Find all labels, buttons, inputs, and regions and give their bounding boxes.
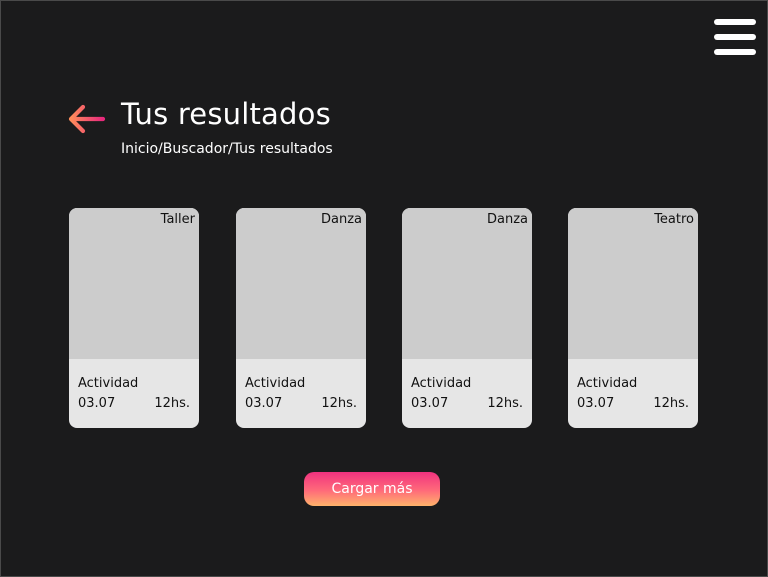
- card-time: 12hs.: [487, 396, 523, 411]
- page-title: Tus resultados: [121, 97, 331, 131]
- card-time: 12hs.: [321, 396, 357, 411]
- hamburger-menu-button[interactable]: [714, 19, 756, 55]
- card-image-placeholder: [69, 208, 199, 359]
- card-image-placeholder: [236, 208, 366, 359]
- card-category: Danza: [486, 212, 528, 227]
- breadcrumb[interactable]: Inicio/Buscador/Tus resultados: [121, 141, 333, 157]
- menu-bar-middle: [714, 34, 756, 40]
- card-category: Taller: [160, 212, 195, 227]
- app-frame: Tus resultados Inicio/Buscador/Tus resul…: [0, 0, 768, 577]
- card-activity: Actividad: [411, 376, 472, 391]
- card-image-placeholder: [568, 208, 698, 359]
- result-card[interactable]: Taller Actividad 03.07 12hs.: [69, 208, 199, 428]
- back-button[interactable]: [67, 103, 107, 135]
- card-activity: Actividad: [245, 376, 306, 391]
- load-more-button[interactable]: Cargar más: [304, 472, 440, 506]
- card-date: 03.07: [245, 396, 283, 411]
- card-date: 03.07: [78, 396, 116, 411]
- card-time: 12hs.: [154, 396, 190, 411]
- card-activity: Actividad: [78, 376, 139, 391]
- card-image-placeholder: [402, 208, 532, 359]
- card-category: Danza: [320, 212, 362, 227]
- result-card[interactable]: Teatro Actividad 03.07 12hs.: [568, 208, 698, 428]
- card-time: 12hs.: [653, 396, 689, 411]
- card-activity: Actividad: [577, 376, 638, 391]
- result-card[interactable]: Danza Actividad 03.07 12hs.: [236, 208, 366, 428]
- card-date: 03.07: [411, 396, 449, 411]
- menu-bar-top: [714, 19, 756, 25]
- card-category: Teatro: [654, 212, 694, 227]
- menu-bar-bottom: [714, 49, 756, 55]
- result-card[interactable]: Danza Actividad 03.07 12hs.: [402, 208, 532, 428]
- arrow-left-icon: [68, 104, 106, 134]
- card-date: 03.07: [577, 396, 615, 411]
